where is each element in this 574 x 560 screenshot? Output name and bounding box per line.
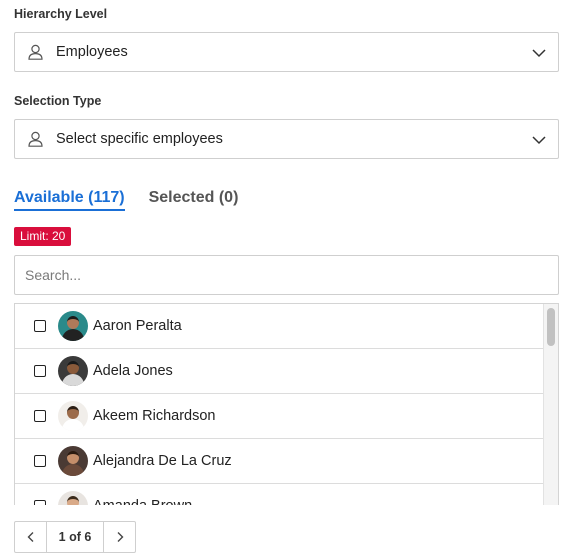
hierarchy-level-select[interactable]: Employees bbox=[14, 32, 559, 72]
employee-selector-panel: Hierarchy Level Employees Selection Type… bbox=[0, 0, 574, 560]
person-icon bbox=[28, 44, 44, 60]
employee-name: Amanda Brown bbox=[93, 498, 192, 505]
tab-selected[interactable]: Selected (0) bbox=[149, 189, 239, 211]
chevron-down-icon bbox=[531, 45, 547, 61]
list-item[interactable]: Amanda Brown bbox=[15, 484, 544, 505]
avatar bbox=[58, 491, 88, 505]
selection-type-label: Selection Type bbox=[14, 94, 102, 108]
list-item[interactable]: Akeem Richardson bbox=[15, 394, 544, 439]
avatar bbox=[58, 446, 88, 476]
avatar bbox=[58, 356, 88, 386]
scrollbar-thumb[interactable] bbox=[547, 308, 555, 346]
list-scrollbar[interactable] bbox=[543, 304, 558, 505]
employee-checkbox[interactable] bbox=[34, 365, 46, 377]
list-item[interactable]: Alejandra De La Cruz bbox=[15, 439, 544, 484]
person-icon bbox=[28, 131, 44, 147]
hierarchy-level-label: Hierarchy Level bbox=[14, 7, 108, 21]
employee-checkbox[interactable] bbox=[34, 455, 46, 467]
employee-name: Alejandra De La Cruz bbox=[93, 453, 232, 469]
tab-available[interactable]: Available (117) bbox=[14, 189, 125, 211]
avatar bbox=[58, 311, 88, 341]
employee-list-items: Aaron Peralta Adela Jones Akeem Richardson… bbox=[15, 304, 544, 505]
chevron-right-icon bbox=[117, 532, 123, 542]
employee-list: Aaron Peralta Adela Jones Akeem Richardson… bbox=[14, 303, 559, 505]
selection-type-select[interactable]: Select specific employees bbox=[14, 119, 559, 159]
list-item[interactable]: Adela Jones bbox=[15, 349, 544, 394]
employee-checkbox[interactable] bbox=[34, 410, 46, 422]
employee-name: Akeem Richardson bbox=[93, 408, 216, 424]
employee-checkbox[interactable] bbox=[34, 320, 46, 332]
search-input[interactable] bbox=[14, 255, 559, 295]
avatar bbox=[58, 401, 88, 431]
employee-name: Adela Jones bbox=[93, 363, 173, 379]
chevron-left-icon bbox=[27, 532, 33, 542]
page-indicator: 1 of 6 bbox=[58, 530, 92, 544]
selection-tabs: Available (117) Selected (0) bbox=[14, 189, 262, 211]
employee-checkbox[interactable] bbox=[34, 500, 46, 505]
previous-page-button[interactable] bbox=[15, 522, 47, 552]
employee-name: Aaron Peralta bbox=[93, 318, 182, 334]
hierarchy-level-value: Employees bbox=[56, 44, 128, 60]
next-page-button[interactable] bbox=[103, 522, 135, 552]
chevron-down-icon bbox=[531, 132, 547, 148]
limit-badge: Limit: 20 bbox=[14, 227, 72, 246]
pagination: 1 of 6 bbox=[14, 521, 136, 553]
selection-type-value: Select specific employees bbox=[56, 131, 223, 147]
list-item[interactable]: Aaron Peralta bbox=[15, 304, 544, 349]
